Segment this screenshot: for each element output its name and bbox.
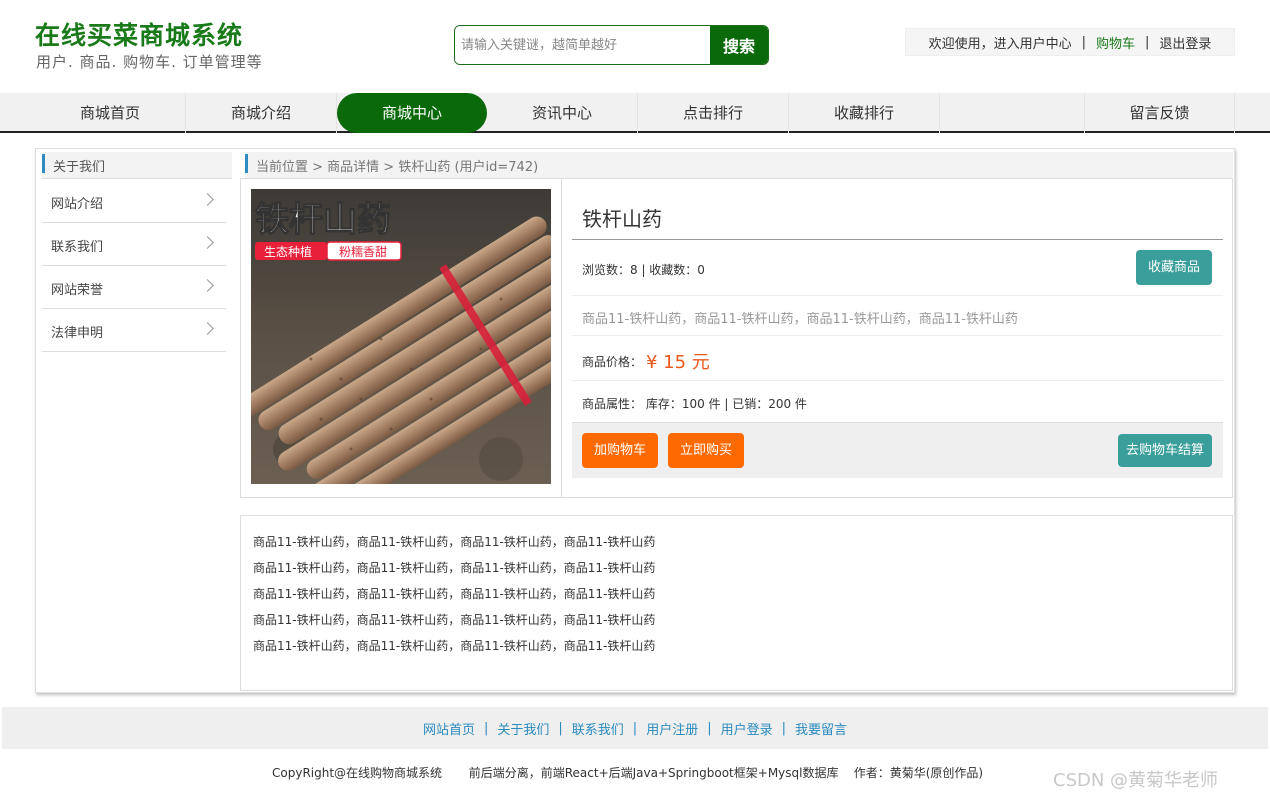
separator: | bbox=[558, 720, 563, 736]
sidebar-item-honors[interactable]: 网站荣誉 bbox=[42, 266, 226, 309]
sidebar-item-label: 网站荣誉 bbox=[51, 283, 104, 298]
separator: | bbox=[1081, 34, 1086, 50]
main-nav: 商城首页 商城介绍 商城中心 资讯中心 点击排行 收藏排行 留言反馈 bbox=[0, 93, 1270, 133]
sidebar-item-label: 联系我们 bbox=[51, 240, 104, 255]
breadcrumb: 当前位置 > 商品详情 > 铁杆山药 (用户id=742) bbox=[245, 152, 1233, 179]
divider bbox=[561, 178, 562, 498]
nav-item-mall-center[interactable]: 商城中心 bbox=[337, 93, 487, 133]
chevron-right-icon bbox=[201, 193, 214, 206]
user-bar: 欢迎使用，进入用户中心 | 购物车 | 退出登录 bbox=[905, 28, 1235, 56]
footer-link-contact[interactable]: 联系我们 bbox=[572, 719, 624, 738]
product-image: 铁杆山药 生态种植 粉糯香甜 bbox=[251, 189, 551, 484]
nav-item-feedback[interactable]: 留言反馈 bbox=[1084, 93, 1235, 133]
logout-link[interactable]: 退出登录 bbox=[1159, 33, 1211, 52]
chevron-right-icon bbox=[201, 236, 214, 249]
accent-bar bbox=[42, 154, 45, 173]
divider bbox=[572, 295, 1223, 296]
sidebar-item-contact[interactable]: 联系我们 bbox=[42, 223, 226, 266]
watermark: CSDN @黄菊华老师 bbox=[1053, 770, 1219, 791]
sidebar-item-label: 网站介绍 bbox=[51, 197, 104, 212]
nav-item-intro[interactable]: 商城介绍 bbox=[186, 93, 337, 133]
brand-subtitle: 用户. 商品. 购物车. 订单管理等 bbox=[36, 53, 263, 71]
footer-links: 网站首页 | 关于我们 | 联系我们 | 用户注册 | 用户登录 | 我要留言 bbox=[2, 707, 1268, 749]
content-line: 商品11-铁杆山药，商品11-铁杆山药，商品11-铁杆山药，商品11-铁杆山药 bbox=[253, 587, 656, 601]
brand-title: 在线买菜商城系统 bbox=[35, 21, 244, 50]
content-line: 商品11-铁杆山药，商品11-铁杆山药，商品11-铁杆山药，商品11-铁杆山药 bbox=[253, 613, 656, 627]
sidebar-item-legal[interactable]: 法律申明 bbox=[42, 309, 226, 352]
footer-link-home[interactable]: 网站首页 bbox=[423, 719, 475, 738]
divider bbox=[572, 335, 1223, 336]
footer-link-message[interactable]: 我要留言 bbox=[795, 719, 847, 738]
nav-item-home[interactable]: 商城首页 bbox=[35, 93, 186, 133]
search-button[interactable]: 搜索 bbox=[710, 26, 768, 64]
sidebar-header: 关于我们 bbox=[42, 152, 232, 179]
divider bbox=[572, 239, 1223, 240]
sidebar-title: 关于我们 bbox=[53, 160, 106, 175]
user-center-link[interactable]: 欢迎使用，进入用户中心 bbox=[929, 33, 1072, 52]
accent-bar bbox=[245, 154, 248, 173]
footer-link-register[interactable]: 用户注册 bbox=[646, 719, 698, 738]
chevron-right-icon bbox=[201, 322, 214, 335]
price-label: 商品价格： bbox=[582, 355, 643, 369]
copyright: CopyRight@在线购物商城系统 前后端分离，前端React+后端Java+… bbox=[272, 766, 984, 780]
content-line: 商品11-铁杆山药，商品11-铁杆山药，商品11-铁杆山药，商品11-铁杆山药 bbox=[253, 639, 656, 653]
separator: | bbox=[483, 720, 489, 736]
product-description: 商品11-铁杆山药，商品11-铁杆山药，商品11-铁杆山药，商品11-铁杆山药 bbox=[582, 312, 1018, 327]
nav-item-fav-rank[interactable]: 收藏排行 bbox=[789, 93, 940, 133]
buy-now-button[interactable]: 立即购买 bbox=[668, 433, 744, 468]
nav-item-click-rank[interactable]: 点击排行 bbox=[638, 93, 789, 133]
breadcrumb-text: 当前位置 > 商品详情 > 铁杆山药 (用户id=742) bbox=[256, 160, 539, 175]
separator: | bbox=[781, 720, 786, 736]
product-stats: 浏览数：8 | 收藏数：0 bbox=[582, 263, 705, 277]
favorite-button[interactable]: 收藏商品 bbox=[1136, 250, 1212, 285]
image-product-name: 铁杆山药 bbox=[255, 200, 391, 240]
chevron-right-icon bbox=[201, 279, 214, 292]
sidebar-item-site-intro[interactable]: 网站介绍 bbox=[42, 180, 226, 223]
sidebar-item-label: 法律申明 bbox=[51, 326, 104, 341]
image-tag-2: 粉糯香甜 bbox=[339, 245, 387, 259]
content-line: 商品11-铁杆山药，商品11-铁杆山药，商品11-铁杆山药，商品11-铁杆山药 bbox=[253, 561, 656, 575]
search-bar: 搜索 bbox=[454, 25, 769, 65]
search-input[interactable] bbox=[455, 26, 710, 64]
separator: | bbox=[1145, 34, 1150, 50]
product-attributes: 商品属性： 库存：100 件 | 已销：200 件 bbox=[582, 397, 807, 411]
divider bbox=[572, 380, 1223, 381]
content-line: 商品11-铁杆山药，商品11-铁杆山药，商品11-铁杆山药，商品11-铁杆山药 bbox=[253, 535, 656, 549]
image-tag-1: 生态种植 bbox=[264, 244, 312, 259]
separator: | bbox=[632, 720, 638, 736]
footer-link-about[interactable]: 关于我们 bbox=[497, 719, 549, 738]
footer-link-login[interactable]: 用户登录 bbox=[721, 719, 773, 738]
product-price: ¥ 15 元 bbox=[646, 352, 710, 373]
checkout-button[interactable]: 去购物车结算 bbox=[1118, 434, 1212, 467]
add-to-cart-button[interactable]: 加购物车 bbox=[582, 433, 658, 468]
separator: | bbox=[707, 720, 712, 736]
product-title: 铁杆山药 bbox=[582, 207, 662, 231]
cart-link[interactable]: 购物车 bbox=[1096, 33, 1135, 52]
nav-item-news[interactable]: 资讯中心 bbox=[487, 93, 638, 133]
